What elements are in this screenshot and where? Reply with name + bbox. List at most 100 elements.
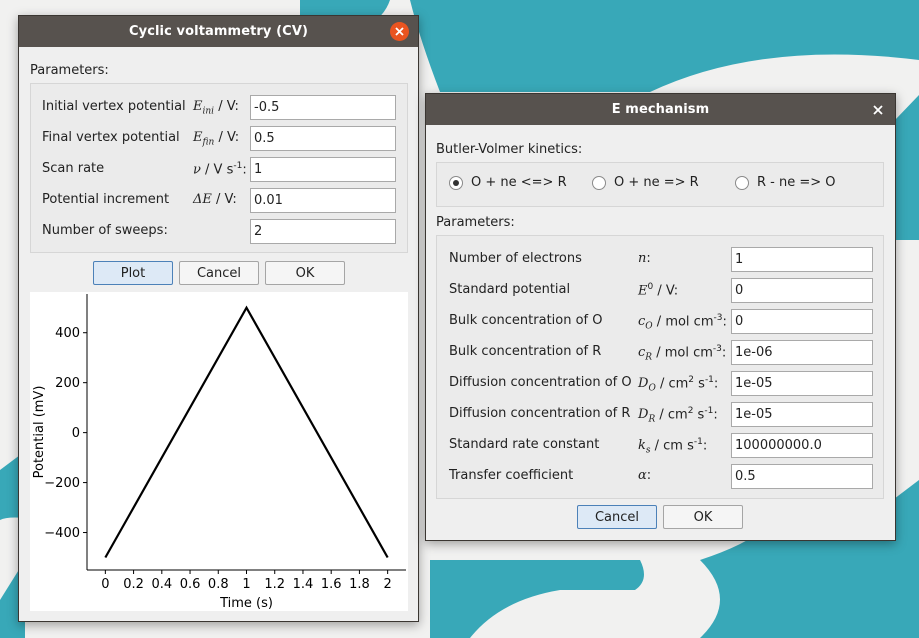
bulk-r-input[interactable] [731, 340, 873, 365]
bulk-o-input[interactable] [731, 309, 873, 334]
number-of-sweeps-input[interactable] [250, 219, 396, 244]
cv-parameters-group: Initial vertex potential Eini / V: Final… [30, 83, 408, 253]
cv-window-title: Cyclic voltammetry (CV) [128, 24, 309, 39]
y-axis-label: Potential (mV) [32, 386, 47, 479]
initial-vertex-input[interactable] [250, 95, 396, 120]
scan-rate-input[interactable] [250, 157, 396, 182]
radio-forward[interactable]: O + ne => R [592, 175, 699, 190]
n-electrons-row: Number of electrons n: [437, 247, 883, 272]
n-electrons-symbol: n: [638, 251, 651, 266]
std-potential-input[interactable] [731, 278, 873, 303]
potential-increment-row: Potential increment ΔE / V: [31, 188, 407, 213]
x-tick-label: 1.2 [264, 577, 285, 592]
x-tick-label: 2 [384, 577, 392, 592]
x-tick-label: 1.4 [293, 577, 314, 592]
cv-parameters-label: Parameters: [30, 63, 109, 78]
plot-button[interactable]: Plot [93, 261, 173, 285]
radio-button[interactable] [449, 175, 463, 190]
radio-label: O + ne => R [614, 175, 699, 190]
bulk-r-symbol: cR / mol cm-3: [638, 344, 727, 363]
number-of-sweeps-row: Number of sweeps: [31, 219, 407, 244]
x-tick-label: 1.8 [349, 577, 370, 592]
rate-constant-symbol: ks / cm s-1: [638, 437, 708, 456]
cv-window: Cyclic voltammetry (CV) Parameters: Init… [18, 15, 419, 622]
close-icon[interactable] [390, 22, 409, 41]
x-axis-label: Time (s) [219, 596, 273, 611]
e-parameters-group: Number of electrons n: Standard potentia… [436, 235, 884, 499]
radio-label: O + ne <=> R [471, 175, 567, 190]
transfer-coeff-label: Transfer coefficient [449, 468, 574, 483]
radio-button[interactable] [735, 175, 749, 190]
e-mechanism-window: E mechanism Butler-Volmer kinetics: O + … [425, 93, 896, 541]
bulk-o-row: Bulk concentration of O cO / mol cm-3: [437, 309, 883, 334]
scan-rate-symbol: ν / V s-1: [193, 161, 247, 178]
n-electrons-input[interactable] [731, 247, 873, 272]
close-icon[interactable] [868, 100, 887, 119]
y-tick-label: 0 [72, 426, 80, 441]
potential-plot: 0 0.2 0.4 0.6 0.8 1 1.2 1.4 1.6 1.8 2 −400 −200 0 200 4… [30, 292, 408, 611]
e-cancel-button[interactable]: Cancel [577, 505, 657, 529]
cv-window-titlebar[interactable]: Cyclic voltammetry (CV) [19, 16, 418, 47]
final-vertex-input[interactable] [250, 126, 396, 151]
x-tick-label: 0 [101, 577, 109, 592]
radio-label: R - ne => O [757, 175, 836, 190]
bulk-o-label: Bulk concentration of O [449, 313, 603, 328]
bulk-r-row: Bulk concentration of R cR / mol cm-3: [437, 340, 883, 365]
diff-r-symbol: DR / cm2 s-1: [638, 406, 718, 425]
e-parameters-label: Parameters: [436, 215, 515, 230]
e-window-titlebar[interactable]: E mechanism [426, 94, 895, 125]
final-vertex-symbol: Efin / V: [193, 130, 240, 148]
diff-r-row: Diffusion concentration of R DR / cm2 s-… [437, 402, 883, 427]
rate-constant-row: Standard rate constant ks / cm s-1: [437, 433, 883, 458]
bulk-o-symbol: cO / mol cm-3: [638, 313, 727, 332]
initial-vertex-label: Initial vertex potential [42, 99, 186, 114]
x-tick-label: 0.8 [208, 577, 229, 592]
diff-o-label: Diffusion concentration of O [449, 375, 632, 390]
scan-rate-label: Scan rate [42, 161, 105, 176]
n-electrons-label: Number of electrons [449, 251, 582, 266]
final-vertex-row: Final vertex potential Efin / V: [31, 126, 407, 151]
kinetics-label: Butler-Volmer kinetics: [436, 142, 583, 157]
diff-o-input[interactable] [731, 371, 873, 396]
x-tick-label: 1.6 [321, 577, 342, 592]
potential-increment-symbol: ΔE / V: [193, 192, 237, 207]
radio-backward[interactable]: R - ne => O [735, 175, 836, 190]
potential-series-line [104, 305, 389, 559]
rate-constant-label: Standard rate constant [449, 437, 600, 452]
transfer-coeff-input[interactable] [731, 464, 873, 489]
std-potential-symbol: E0 / V: [638, 282, 679, 299]
cv-cancel-button[interactable]: Cancel [179, 261, 259, 285]
number-of-sweeps-label: Number of sweeps: [42, 223, 168, 238]
cv-ok-button[interactable]: OK [265, 261, 345, 285]
transfer-coeff-symbol: α: [638, 468, 652, 483]
y-tick-label: −400 [44, 526, 80, 541]
kinetics-radio-group: O + ne <=> R O + ne => R R - ne => O [436, 162, 884, 207]
diff-r-label: Diffusion concentration of R [449, 406, 631, 421]
x-tick-label: 0.6 [180, 577, 201, 592]
initial-vertex-row: Initial vertex potential Eini / V: [31, 95, 407, 120]
y-tick-label: 200 [55, 376, 80, 391]
e-ok-button[interactable]: OK [663, 505, 743, 529]
transfer-coeff-row: Transfer coefficient α: [437, 464, 883, 489]
y-tick-label: 400 [55, 326, 80, 341]
std-potential-row: Standard potential E0 / V: [437, 278, 883, 303]
potential-increment-input[interactable] [250, 188, 396, 213]
scan-rate-row: Scan rate ν / V s-1: [31, 157, 407, 182]
bulk-r-label: Bulk concentration of R [449, 344, 602, 359]
x-tick-label: 1 [242, 577, 250, 592]
diff-o-row: Diffusion concentration of O DO / cm2 s-… [437, 371, 883, 396]
potential-increment-label: Potential increment [42, 192, 170, 207]
diff-o-symbol: DO / cm2 s-1: [638, 375, 719, 394]
initial-vertex-symbol: Eini / V: [193, 99, 239, 117]
x-tick-label: 0.4 [151, 577, 172, 592]
e-window-title: E mechanism [611, 102, 710, 117]
y-tick-label: −200 [44, 476, 80, 491]
diff-r-input[interactable] [731, 402, 873, 427]
final-vertex-label: Final vertex potential [42, 130, 180, 145]
potential-chart: 0 0.2 0.4 0.6 0.8 1 1.2 1.4 1.6 1.8 2 −400 −200 0 200 4… [32, 294, 406, 611]
x-tick-label: 0.2 [123, 577, 144, 592]
radio-button[interactable] [592, 175, 606, 190]
std-potential-label: Standard potential [449, 282, 571, 297]
rate-constant-input[interactable] [731, 433, 873, 458]
radio-reversible[interactable]: O + ne <=> R [449, 175, 567, 190]
